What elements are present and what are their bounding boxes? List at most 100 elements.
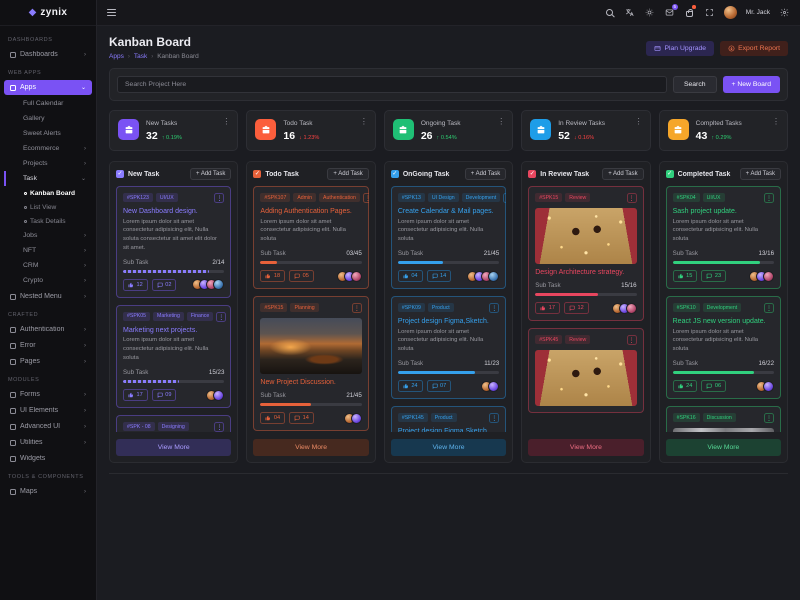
- card-title[interactable]: React JS new version update.: [673, 318, 774, 325]
- card-title[interactable]: Project design Figma,Sketch.: [398, 318, 499, 325]
- task-card[interactable]: #SPK16Discussion⋮: [666, 406, 781, 432]
- card-title[interactable]: Sash project update.: [673, 208, 774, 215]
- search-icon[interactable]: [604, 7, 615, 18]
- likes-chip[interactable]: 18: [260, 270, 285, 282]
- likes-chip[interactable]: 12: [123, 279, 148, 291]
- likes-chip[interactable]: 24: [673, 380, 698, 392]
- comments-chip[interactable]: 23: [701, 270, 726, 282]
- avatar[interactable]: [488, 381, 499, 392]
- sidebar-item-projects[interactable]: Projects ›: [4, 156, 92, 171]
- kebab-menu-icon[interactable]: ⋮: [635, 118, 643, 126]
- kebab-menu-icon[interactable]: ⋮: [214, 422, 224, 432]
- sidebar-item-task-details[interactable]: Task Details: [0, 214, 96, 228]
- task-card[interactable]: #SPK04UI/UX⋮ Sash project update.Lorem i…: [666, 186, 781, 289]
- kebab-menu-icon[interactable]: ⋮: [764, 193, 774, 203]
- avatar[interactable]: [213, 279, 224, 290]
- breadcrumb-apps[interactable]: Apps: [109, 53, 124, 60]
- kebab-menu-icon[interactable]: ⋮: [222, 118, 230, 126]
- sidebar-item-sweet-alerts[interactable]: Sweet Alerts ›: [4, 126, 92, 141]
- sidebar-item-crm[interactable]: CRM ›: [4, 258, 92, 273]
- kebab-menu-icon[interactable]: ⋮: [764, 413, 774, 423]
- sidebar-item-forms[interactable]: Forms ›: [4, 387, 92, 402]
- sidebar-item-crypto[interactable]: Crypto ›: [4, 273, 92, 288]
- kebab-menu-icon[interactable]: ⋮: [772, 118, 780, 126]
- card-title[interactable]: Project design Figma Sketch.: [398, 428, 499, 432]
- card-title[interactable]: New Dashboard design.: [123, 208, 224, 215]
- column-checkbox-icon[interactable]: ✓: [116, 170, 124, 178]
- card-title[interactable]: Design Architecture strategy.: [535, 269, 636, 276]
- breadcrumb-task[interactable]: Task: [134, 53, 147, 60]
- settings-gear-icon[interactable]: [779, 7, 790, 18]
- kebab-menu-icon[interactable]: ⋮: [497, 118, 505, 126]
- kebab-menu-icon[interactable]: ⋮: [764, 303, 774, 313]
- translate-icon[interactable]: [624, 7, 635, 18]
- task-card[interactable]: #SPK107AdminAuthentication⋮ Adding Authe…: [253, 186, 368, 289]
- sidebar-item-ecommerce[interactable]: Ecommerce ›: [4, 141, 92, 156]
- fullscreen-icon[interactable]: [704, 7, 715, 18]
- comments-chip[interactable]: 06: [701, 380, 726, 392]
- view-more-button[interactable]: View More: [391, 439, 506, 456]
- hamburger-menu-icon[interactable]: [107, 7, 116, 18]
- kebab-menu-icon[interactable]: ⋮: [627, 335, 637, 345]
- sidebar-item-pages[interactable]: Pages ›: [4, 354, 92, 369]
- sidebar-item-error[interactable]: Error ›: [4, 338, 92, 353]
- task-card[interactable]: #SPK09Product⋮ Project design Figma,Sket…: [391, 296, 506, 399]
- avatar[interactable]: [763, 381, 774, 392]
- kebab-menu-icon[interactable]: ⋮: [360, 118, 368, 126]
- likes-chip[interactable]: 04: [260, 412, 285, 424]
- sidebar-item-maps[interactable]: Maps ›: [4, 484, 92, 499]
- kebab-menu-icon[interactable]: ⋮: [363, 193, 369, 203]
- view-more-button[interactable]: View More: [253, 439, 368, 456]
- avatar[interactable]: [351, 413, 362, 424]
- likes-chip[interactable]: 17: [535, 302, 560, 314]
- add-task-button[interactable]: + Add Task: [740, 168, 781, 180]
- comments-chip[interactable]: 14: [427, 270, 452, 282]
- view-more-button[interactable]: View More: [666, 439, 781, 456]
- user-avatar[interactable]: [724, 6, 737, 19]
- avatar[interactable]: [763, 271, 774, 282]
- likes-chip[interactable]: 17: [123, 389, 148, 401]
- task-card[interactable]: #SPK145Product⋮ Project design Figma Ske…: [391, 406, 506, 432]
- sidebar-item-jobs[interactable]: Jobs ›: [4, 228, 92, 243]
- likes-chip[interactable]: 15: [673, 270, 698, 282]
- avatar[interactable]: [351, 271, 362, 282]
- avatar[interactable]: [213, 390, 224, 401]
- sidebar-item-authentication[interactable]: Authentication ›: [4, 322, 92, 337]
- sidebar-item-kanban-board[interactable]: Kanban Board: [0, 186, 96, 200]
- task-card[interactable]: #SPK45Review⋮: [528, 328, 643, 413]
- card-title[interactable]: Marketing next projects.: [123, 327, 224, 334]
- task-card[interactable]: #SPK15Review⋮ Design Architecture strate…: [528, 186, 643, 321]
- new-board-button[interactable]: + New Board: [723, 76, 780, 93]
- comments-chip[interactable]: 12: [564, 302, 589, 314]
- sidebar-item-list-view[interactable]: List View: [0, 200, 96, 214]
- add-task-button[interactable]: + Add Task: [602, 168, 643, 180]
- kebab-menu-icon[interactable]: ⋮: [216, 312, 226, 322]
- card-title[interactable]: Create Calendar & Mail pages.: [398, 208, 499, 215]
- comments-chip[interactable]: 02: [152, 279, 177, 291]
- view-more-button[interactable]: View More: [528, 439, 643, 456]
- sidebar-item-widgets[interactable]: Widgets ›: [4, 451, 92, 466]
- task-card[interactable]: #SPK13UI DesignDevelopment⋮ Create Calen…: [391, 186, 506, 289]
- sidebar-item-nested-menu[interactable]: Nested Menu ›: [4, 289, 92, 304]
- sidebar-item-nft[interactable]: NFT ›: [4, 243, 92, 258]
- sidebar-item-dashboards[interactable]: Dashboards ›: [4, 47, 92, 62]
- comments-chip[interactable]: 09: [152, 389, 177, 401]
- cart-icon[interactable]: [684, 7, 695, 18]
- card-title[interactable]: New Project Discussion.: [260, 379, 361, 386]
- task-card[interactable]: #SPK - 08Designing⋮: [116, 415, 231, 432]
- sidebar-item-task[interactable]: Task ⌄: [4, 171, 92, 186]
- add-task-button[interactable]: + Add Task: [465, 168, 506, 180]
- kebab-menu-icon[interactable]: ⋮: [352, 303, 362, 313]
- export-report-button[interactable]: Export Report: [720, 41, 788, 56]
- add-task-button[interactable]: + Add Task: [190, 168, 231, 180]
- sidebar-item-apps[interactable]: Apps ⌄: [4, 80, 92, 95]
- theme-sun-icon[interactable]: [644, 7, 655, 18]
- view-more-button[interactable]: View More: [116, 439, 231, 456]
- comments-chip[interactable]: 07: [427, 380, 452, 392]
- comments-chip[interactable]: 05: [289, 270, 314, 282]
- kebab-menu-icon[interactable]: ⋮: [214, 193, 224, 203]
- column-checkbox-icon[interactable]: ✓: [528, 170, 536, 178]
- kebab-menu-icon[interactable]: ⋮: [627, 193, 637, 203]
- task-card[interactable]: #SPK05MarketingFinance⋮ Marketing next p…: [116, 305, 231, 408]
- sidebar-item-utilities[interactable]: Utilities ›: [4, 435, 92, 450]
